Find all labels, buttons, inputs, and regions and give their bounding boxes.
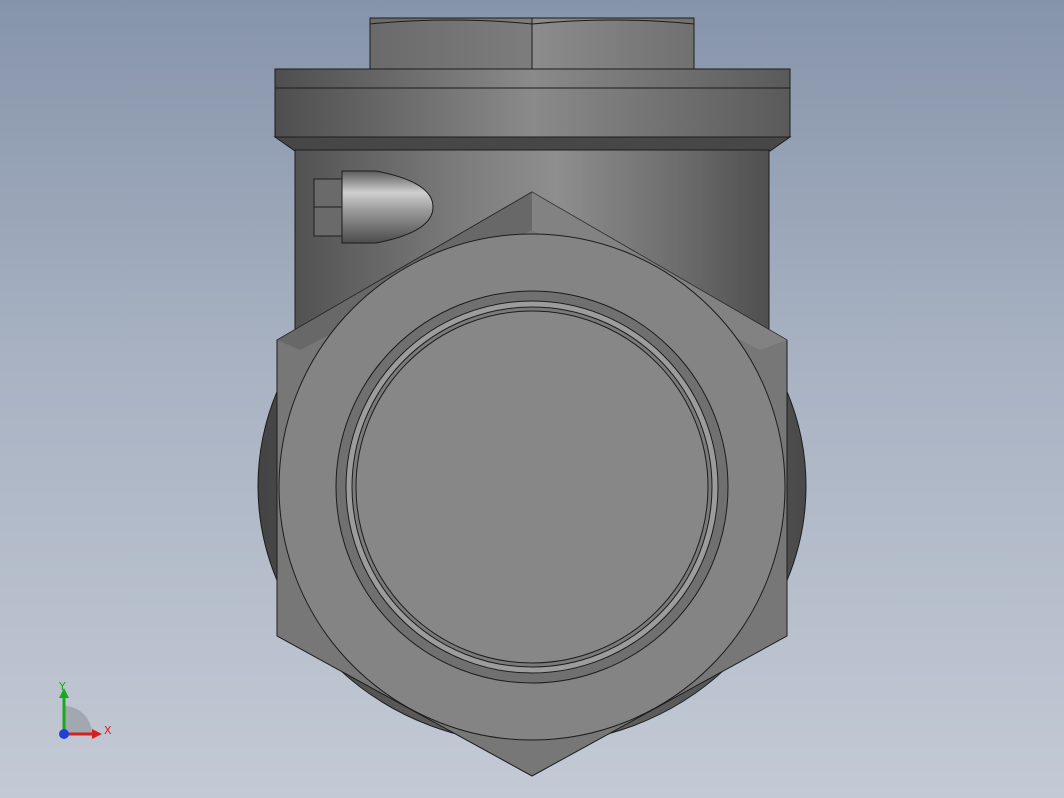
top-hex-cap [369, 17, 695, 71]
triad-x-label: X [104, 724, 112, 737]
coordinate-triad: Y X [58, 680, 112, 739]
port-opening [335, 290, 729, 684]
graphics-viewport[interactable]: Y X [0, 0, 1064, 798]
top-flange [273, 68, 792, 152]
valve-model-view[interactable] [0, 0, 1064, 798]
triad-y-label: Y [58, 680, 66, 693]
